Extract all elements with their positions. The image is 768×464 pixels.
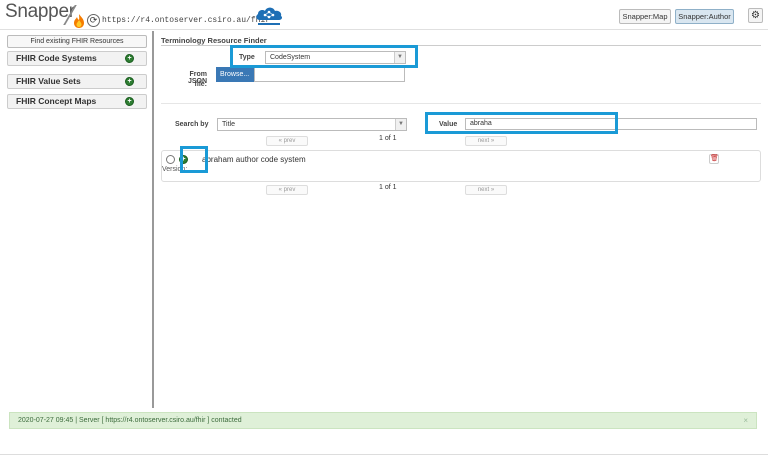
app-header: Snapper ⟳ https://r4.ontoserver.csiro.au… bbox=[0, 0, 768, 30]
browse-button[interactable]: Browse... bbox=[216, 67, 254, 82]
snapper-map-button[interactable]: Snapper:Map bbox=[619, 9, 671, 24]
prev-page-button-top[interactable]: « prev bbox=[266, 136, 308, 146]
search-by-label: Search by bbox=[175, 121, 209, 128]
ontoserver-cloud-icon bbox=[256, 7, 283, 25]
sidebar-item-label: FHIR Code Systems bbox=[16, 53, 97, 63]
type-select-value: CodeSystem bbox=[270, 54, 311, 61]
chevron-down-icon: ▼ bbox=[394, 52, 405, 63]
sidebar-item-label: FHIR Value Sets bbox=[16, 76, 81, 86]
sidebar-item-code-systems[interactable]: FHIR Code Systems + bbox=[7, 51, 147, 66]
search-by-select-value: Title bbox=[222, 121, 235, 128]
status-message-bar: 2020-07-27 09:45 | Server [ https://r4.o… bbox=[9, 412, 757, 429]
sidebar-item-value-sets[interactable]: FHIR Value Sets + bbox=[7, 74, 147, 89]
sidebar: Find existing FHIR Resources FHIR Code S… bbox=[0, 31, 154, 408]
find-existing-resources-button[interactable]: Find existing FHIR Resources bbox=[7, 35, 147, 48]
refresh-icon[interactable]: ⟳ bbox=[87, 14, 100, 27]
trash-icon[interactable]: 🗑 bbox=[709, 154, 719, 164]
gear-icon: ⚙ bbox=[751, 10, 760, 21]
next-page-button-top[interactable]: next » bbox=[465, 136, 507, 146]
flame-icon bbox=[74, 14, 84, 28]
json-file-input[interactable] bbox=[254, 67, 405, 82]
json-file-label-line2: file: bbox=[194, 81, 207, 88]
add-result-icon[interactable]: + bbox=[179, 155, 188, 164]
brand-title: Snapper bbox=[5, 1, 75, 22]
type-select[interactable]: CodeSystem ▼ bbox=[265, 51, 406, 64]
settings-button[interactable]: ⚙ bbox=[748, 8, 763, 23]
value-input[interactable]: abraha bbox=[465, 118, 757, 130]
footer-divider bbox=[0, 454, 768, 455]
add-concept-map-icon[interactable]: + bbox=[125, 97, 134, 106]
title-divider bbox=[161, 45, 761, 46]
value-label: Value bbox=[439, 121, 458, 128]
next-page-button-bottom[interactable]: next » bbox=[465, 185, 507, 195]
result-list-item[interactable]: + abraham author code system Version: 🗑 bbox=[161, 150, 761, 182]
chevron-down-icon: ▼ bbox=[395, 119, 406, 130]
server-url: https://r4.ontoserver.csiro.au/fhir bbox=[102, 16, 271, 25]
close-icon[interactable]: × bbox=[743, 413, 748, 428]
status-message: 2020-07-27 09:45 | Server [ https://r4.o… bbox=[18, 417, 242, 424]
add-code-system-icon[interactable]: + bbox=[125, 54, 134, 63]
snapper-author-button[interactable]: Snapper:Author bbox=[675, 9, 734, 24]
panel-title: Terminology Resource Finder bbox=[161, 36, 267, 45]
prev-page-button-bottom[interactable]: « prev bbox=[266, 185, 308, 195]
page-indicator-top: 1 of 1 bbox=[379, 135, 397, 142]
result-version-label: Version: bbox=[162, 166, 188, 173]
expand-circle-icon[interactable] bbox=[166, 155, 175, 164]
add-value-set-icon[interactable]: + bbox=[125, 77, 134, 86]
result-title[interactable]: abraham author code system bbox=[202, 155, 306, 164]
section-divider bbox=[161, 103, 761, 104]
page-indicator-bottom: 1 of 1 bbox=[379, 184, 397, 191]
sidebar-item-concept-maps[interactable]: FHIR Concept Maps + bbox=[7, 94, 147, 109]
search-by-select[interactable]: Title ▼ bbox=[217, 118, 407, 131]
sidebar-item-label: FHIR Concept Maps bbox=[16, 96, 97, 106]
type-label: Type bbox=[239, 54, 255, 61]
